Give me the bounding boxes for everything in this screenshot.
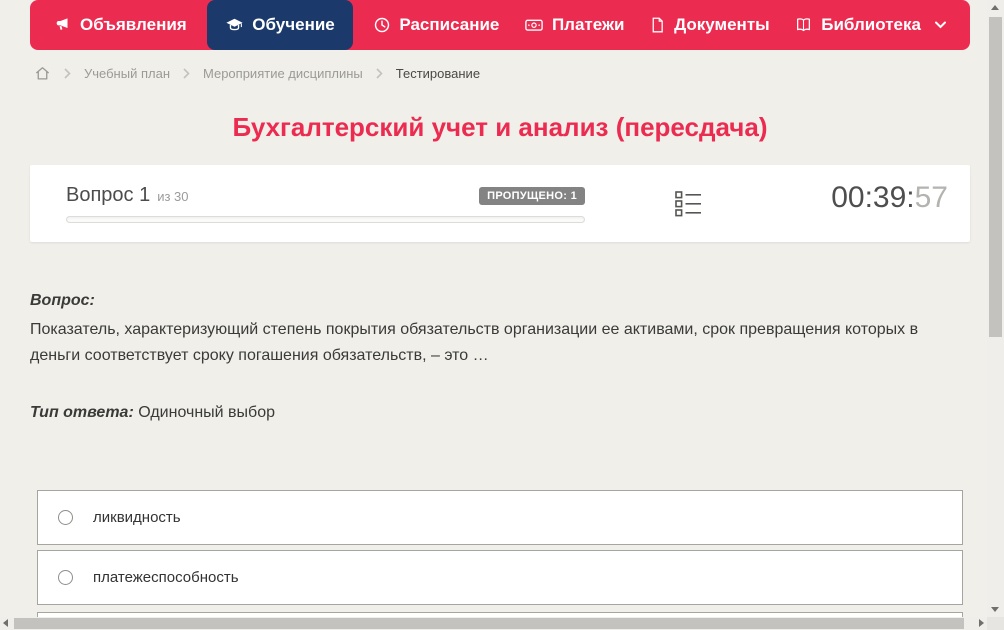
horizontal-scrollbar[interactable] (0, 617, 987, 630)
breadcrumb: Учебный план Мероприятие дисциплины Тест… (34, 61, 480, 85)
breadcrumb-item-testing: Тестирование (395, 65, 481, 81)
scroll-down-arrow[interactable] (991, 607, 999, 612)
breadcrumb-chevron-icon (183, 67, 190, 79)
answer-type-value: Одиночный выбор (138, 404, 275, 421)
megaphone-icon (54, 16, 72, 34)
test-page: Объявления Обучение Расписание Платежи Д (0, 0, 1004, 630)
main-nav: Объявления Обучение Расписание Платежи Д (30, 0, 970, 50)
question-header-card: Вопрос 1 из 30 ПРОПУЩЕНО: 1 00:39:57 (30, 165, 970, 242)
question-total: из 30 (157, 189, 189, 204)
vertical-scrollbar[interactable] (987, 0, 1004, 617)
answer-type: Тип ответа: Одиночный выбор (30, 404, 275, 422)
skipped-badge: ПРОПУЩЕНО: 1 (479, 186, 585, 205)
chevron-down-icon (934, 21, 946, 29)
open-book-icon (794, 16, 813, 34)
radio-icon[interactable] (58, 570, 73, 585)
progress-bar (66, 216, 585, 223)
nav-item-schedule[interactable]: Расписание (369, 0, 503, 50)
question-label: Вопрос: (30, 292, 95, 309)
question-number: Вопрос 1 (66, 184, 151, 206)
nav-item-label: Документы (674, 15, 770, 34)
nav-item-payments[interactable]: Платежи (520, 0, 629, 50)
question-text: Показатель, характеризующий степень покр… (30, 321, 919, 364)
clock-icon (373, 16, 391, 34)
nav-item-label: Объявления (80, 15, 187, 34)
timer-minutes: 00:39: (831, 181, 915, 214)
nav-item-library[interactable]: Библиотека (790, 0, 950, 50)
horizontal-scrollbar-thumb[interactable] (14, 618, 964, 629)
breadcrumb-item-curriculum[interactable]: Учебный план (84, 66, 170, 81)
graduation-cap-icon (225, 16, 244, 34)
breadcrumb-chevron-icon (64, 67, 71, 79)
nav-item-label: Библиотека (821, 15, 921, 34)
answer-option-solvency[interactable]: платежеспособность (37, 550, 963, 605)
nav-item-label: Расписание (399, 15, 500, 34)
scroll-up-arrow[interactable] (991, 5, 999, 10)
nav-item-documents[interactable]: Документы (645, 0, 774, 50)
document-icon (649, 16, 666, 34)
scroll-left-arrow[interactable] (3, 619, 8, 627)
question-list-icon (675, 190, 702, 218)
scroll-right-arrow[interactable] (979, 619, 984, 627)
question-list-button[interactable] (675, 190, 702, 218)
answer-option-liquidity[interactable]: ликвидность (37, 490, 963, 545)
scrollbar-corner (987, 617, 1004, 630)
answer-type-label: Тип ответа: (30, 404, 134, 421)
answer-option-label: платежеспособность (93, 569, 239, 586)
timer-seconds: 57 (914, 181, 948, 214)
nav-item-label: Обучение (252, 15, 335, 34)
nav-item-announcements[interactable]: Объявления (50, 0, 191, 50)
nav-item-learning[interactable]: Обучение (207, 0, 353, 50)
breadcrumb-item-discipline-event[interactable]: Мероприятие дисциплины (203, 66, 363, 81)
home-icon[interactable] (34, 65, 51, 81)
radio-icon[interactable] (58, 510, 73, 525)
page-title: Бухгалтерский учет и анализ (пересдача) (232, 112, 768, 142)
timer: 00:39:57 (831, 181, 948, 215)
question-header-row: Вопрос 1 из 30 ПРОПУЩЕНО: 1 (66, 184, 585, 207)
breadcrumb-chevron-icon (376, 67, 383, 79)
banknote-icon (524, 16, 544, 34)
nav-item-label: Платежи (551, 15, 625, 34)
vertical-scrollbar-thumb[interactable] (989, 17, 1002, 337)
answer-option-label: ликвидность (93, 509, 181, 526)
